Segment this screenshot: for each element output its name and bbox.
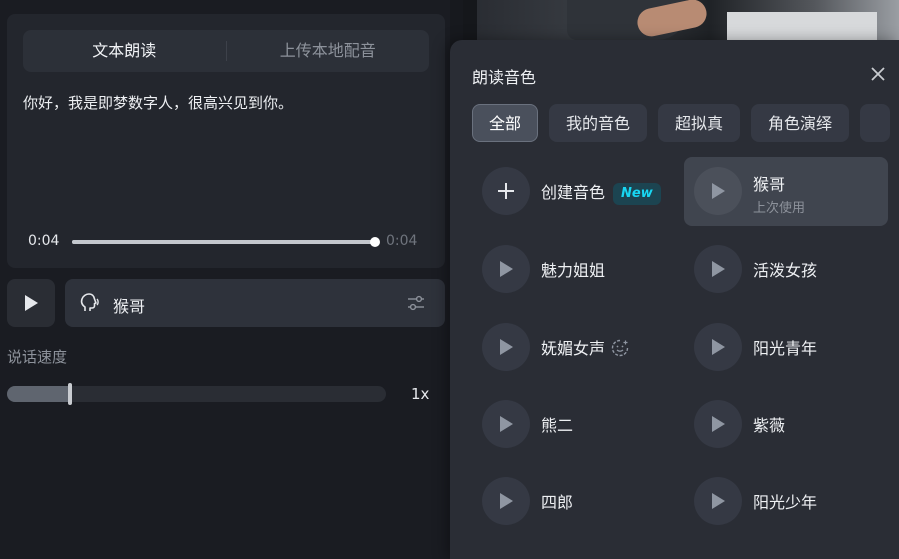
create-voice-text: 创建音色 <box>541 183 606 202</box>
voice-item-zi-wei[interactable]: 紫薇 <box>684 390 888 459</box>
tab-text-reading[interactable]: 文本朗读 <box>23 30 226 72</box>
new-badge: New <box>613 183 661 205</box>
voice-item-sunny-youth[interactable]: 阳光青年 <box>684 313 888 382</box>
close-icon[interactable] <box>868 64 888 84</box>
voice-name: 妩媚女声 <box>541 339 606 358</box>
voice-name: 阳光少年 <box>753 493 818 512</box>
speed-slider-handle[interactable] <box>67 383 72 405</box>
filter-all[interactable]: 全部 <box>472 104 539 142</box>
play-icon <box>712 183 725 199</box>
tab-upload-audio[interactable]: 上传本地配音 <box>227 30 430 72</box>
adjust-settings-icon[interactable] <box>406 293 426 313</box>
play-icon <box>712 339 725 355</box>
play-icon <box>712 493 725 509</box>
photo-paper <box>727 12 877 40</box>
create-voice-label: 创建音色 New <box>541 179 661 205</box>
voice-selector[interactable]: 猴哥 <box>65 279 445 327</box>
voice-picker-popup: 朗读音色 全部 我的音色 超拟真 角色演绎 创建音色 New 猴哥 上次使用 魅… <box>450 40 899 559</box>
voice-preview-play[interactable] <box>482 477 530 525</box>
voice-name: 阳光青年 <box>753 339 818 358</box>
play-icon <box>712 261 725 277</box>
voice-preview-play[interactable] <box>482 323 530 371</box>
filter-my-voices[interactable]: 我的音色 <box>549 104 648 142</box>
create-voice-item[interactable]: 创建音色 New <box>472 157 676 226</box>
play-icon <box>500 339 513 355</box>
voice-preview-play[interactable] <box>694 323 742 371</box>
mode-tabs: 文本朗读 上传本地配音 <box>23 30 429 72</box>
selected-voice-name: 猴哥 <box>113 297 146 316</box>
voice-item-sunny-boy[interactable]: 阳光少年 <box>684 467 888 536</box>
play-button[interactable] <box>7 279 55 327</box>
voice-item-charming-sister[interactable]: 魅力姐姐 <box>472 235 676 304</box>
speaking-head-icon <box>80 293 99 311</box>
audio-progress-fill <box>72 240 375 244</box>
audio-progress-knob[interactable] <box>370 237 380 247</box>
voice-name: 猴哥 <box>753 175 786 194</box>
play-icon <box>500 493 513 509</box>
voice-preview-play[interactable] <box>694 245 742 293</box>
voice-item-lively-girl[interactable]: 活泼女孩 <box>684 235 888 304</box>
voice-preview-play[interactable] <box>482 245 530 293</box>
voice-preview-play[interactable] <box>694 167 742 215</box>
current-time: 0:04 <box>28 233 60 249</box>
play-icon <box>500 261 513 277</box>
voice-item-charming-female[interactable]: 妩媚女声 <box>472 313 676 382</box>
voice-item-si-lang[interactable]: 四郎 <box>472 467 676 536</box>
audio-progress-bar[interactable] <box>72 237 380 247</box>
voice-item-xiong-er[interactable]: 熊二 <box>472 390 676 459</box>
voice-name: 魅力姐姐 <box>541 261 606 280</box>
speed-value: 1x <box>411 385 430 403</box>
create-voice-button[interactable] <box>482 167 530 215</box>
voice-name-wrapper: 妩媚女声 <box>541 335 629 359</box>
play-icon <box>712 416 725 432</box>
plus-icon <box>498 183 514 199</box>
text-card: 文本朗读 上传本地配音 你好，我是即梦数字人，很高兴见到你。 0:04 0:04 <box>7 14 445 268</box>
filter-more-clipped[interactable] <box>860 104 891 142</box>
filter-role-play[interactable]: 角色演绎 <box>751 104 850 142</box>
last-used-label: 上次使用 <box>753 201 806 216</box>
voice-preview-play[interactable] <box>694 400 742 448</box>
speed-slider-fill <box>7 386 70 402</box>
voice-preview-play[interactable] <box>694 477 742 525</box>
speed-slider[interactable] <box>7 383 386 405</box>
script-text[interactable]: 你好，我是即梦数字人，很高兴见到你。 <box>23 92 293 113</box>
voice-name: 紫薇 <box>753 416 786 435</box>
play-icon <box>25 295 38 311</box>
preview-photo <box>477 0 899 40</box>
voice-name: 熊二 <box>541 416 574 435</box>
voice-preview-play[interactable] <box>482 400 530 448</box>
play-icon <box>500 416 513 432</box>
filter-ultra-realistic[interactable]: 超拟真 <box>658 104 741 142</box>
filter-chips: 全部 我的音色 超拟真 角色演绎 <box>472 104 891 142</box>
voice-name: 活泼女孩 <box>753 261 818 280</box>
popup-title: 朗读音色 <box>472 68 537 87</box>
voice-name: 四郎 <box>541 493 574 512</box>
total-time: 0:04 <box>386 233 418 249</box>
smile-icon <box>611 339 629 357</box>
speed-label: 说话速度 <box>7 348 68 366</box>
voice-item-hou-ge[interactable]: 猴哥 上次使用 <box>684 157 888 226</box>
